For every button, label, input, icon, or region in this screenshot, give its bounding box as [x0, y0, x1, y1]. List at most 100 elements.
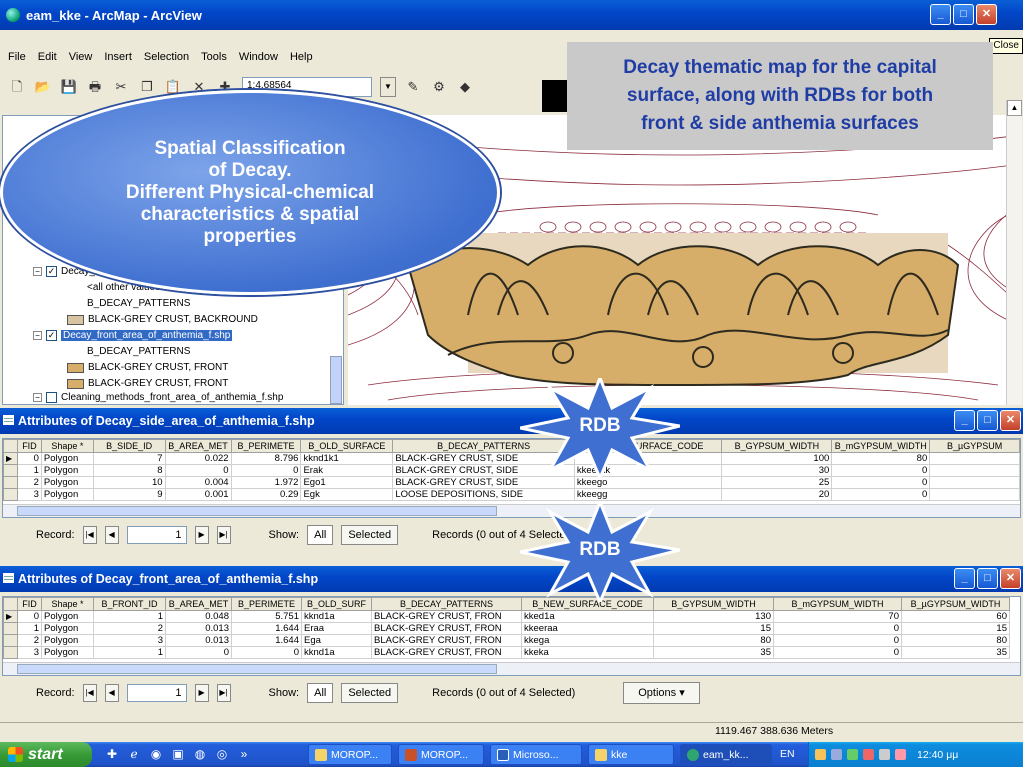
row-selector[interactable]	[3, 646, 18, 659]
column-header[interactable]: B_GYPSUM_WIDTH	[721, 439, 833, 453]
menu-window[interactable]: Window	[239, 51, 278, 63]
cell[interactable]: 60	[901, 610, 1010, 623]
taskbar-item[interactable]: Microso...	[490, 744, 582, 765]
minimize-button[interactable]: _	[954, 410, 975, 431]
minimize-button[interactable]: _	[954, 568, 975, 589]
cell[interactable]: 15	[653, 622, 774, 635]
cell[interactable]: 0	[773, 646, 902, 659]
show-all-button[interactable]: All	[307, 525, 334, 545]
media-icon[interactable]: ◉	[148, 746, 164, 762]
cell[interactable]: Polygon	[41, 464, 94, 477]
menu-view[interactable]: View	[69, 51, 93, 63]
cell[interactable]: 1	[17, 622, 42, 635]
tray-update-icon[interactable]	[863, 749, 874, 760]
cell[interactable]: 0.013	[165, 622, 232, 635]
cd-icon[interactable]: ◎	[214, 746, 230, 762]
column-header[interactable]: B_AREA_MET	[164, 439, 232, 453]
first-record-icon[interactable]: |◀	[82, 526, 97, 544]
app-icon[interactable]: ▣	[170, 746, 186, 762]
cell[interactable]: BLACK-GREY CRUST, FRON	[371, 634, 522, 647]
menu-edit[interactable]: Edit	[38, 51, 57, 63]
cell[interactable]: BLACK-GREY CRUST, FRON	[371, 610, 522, 623]
cell[interactable]: 20	[721, 488, 833, 501]
table-row[interactable]: 1 Polygon 2 0.013 1.644 Eraa BLACK-GREY …	[3, 622, 1010, 635]
cell[interactable]	[929, 476, 1020, 489]
show-selected-button[interactable]: Selected	[341, 683, 399, 703]
row-selector[interactable]	[3, 634, 18, 647]
cell[interactable]: 3	[93, 634, 166, 647]
cell[interactable]: 0	[773, 622, 902, 635]
cell[interactable]: 25	[721, 476, 833, 489]
toc-layer-label-selected[interactable]: Decay_front_area_of_anthemia_f.shp	[61, 330, 233, 341]
open-folder-icon[interactable]: 📂	[34, 78, 52, 96]
taskbar-item[interactable]: MOROP...	[398, 744, 484, 765]
cell[interactable]: kked1a	[521, 610, 654, 623]
cell[interactable]	[929, 452, 1020, 465]
column-header[interactable]: B_SIDE_ID	[92, 439, 166, 453]
cell[interactable]: Polygon	[41, 610, 94, 623]
horizontal-scrollbar[interactable]	[3, 662, 1020, 675]
cut-icon[interactable]: ✂	[112, 78, 130, 96]
minimize-button[interactable]: _	[930, 4, 951, 25]
column-header[interactable]: B_OLD_SURF	[301, 597, 372, 611]
tray-app-icon[interactable]	[815, 749, 826, 760]
column-header[interactable]: FID	[16, 439, 42, 453]
print-icon[interactable]: 🖶	[86, 78, 104, 96]
attributes-title-bar-side[interactable]: Attributes of Decay_side_area_of_anthemi…	[0, 408, 1023, 434]
next-record-icon[interactable]: ▶	[194, 526, 209, 544]
cell[interactable]: 0	[831, 464, 931, 477]
cell[interactable]: 10	[93, 476, 166, 489]
cell[interactable]: 0.29	[231, 488, 302, 501]
save-icon[interactable]: 💾	[60, 78, 78, 96]
record-number-input[interactable]: 1	[126, 526, 187, 544]
cell[interactable]: 1.644	[231, 622, 302, 635]
scroll-thumb[interactable]	[17, 664, 497, 674]
cell[interactable]: 70	[773, 610, 902, 623]
tray-volume-icon[interactable]	[879, 749, 890, 760]
toc-layer-label[interactable]: Cleaning_methods_front_area_of_anthemia_…	[61, 392, 283, 403]
attributes-title-bar-front[interactable]: Attributes of Decay_front_area_of_anthem…	[0, 566, 1023, 592]
cell[interactable]: 0	[17, 610, 42, 623]
next-record-icon[interactable]: ▶	[194, 684, 209, 702]
table-row[interactable]: 2 Polygon 10 0.004 1.972 Ego1 BLACK-GREY…	[3, 476, 1020, 489]
collapse-icon[interactable]: −	[33, 393, 42, 402]
cell[interactable]: kkeeraa	[521, 622, 654, 635]
arc-toolbox-icon[interactable]: ⚙	[430, 78, 448, 96]
cell[interactable]: BLACK-GREY CRUST, SIDE	[392, 476, 575, 489]
cell[interactable]: 8.796	[231, 452, 302, 465]
cell[interactable]: 0.001	[165, 488, 232, 501]
row-selector[interactable]	[3, 488, 18, 501]
cell[interactable]: 8	[93, 464, 166, 477]
cell[interactable]: Polygon	[41, 488, 94, 501]
table-row[interactable]: 2 Polygon 3 0.013 1.644 Ega BLACK-GREY C…	[3, 634, 1010, 647]
cell[interactable]: BLACK-GREY CRUST, FRON	[371, 622, 522, 635]
cell[interactable]: 3	[17, 488, 42, 501]
cell[interactable]: Polygon	[41, 476, 94, 489]
globe-icon[interactable]: ◍	[192, 746, 208, 762]
cell[interactable]: 30	[721, 464, 833, 477]
table-row[interactable]: 3 Polygon 1 0 0 kknd1a BLACK-GREY CRUST,…	[3, 646, 1010, 659]
cell[interactable]: 80	[653, 634, 774, 647]
cell[interactable]: BLACK-GREY CRUST, FRON	[371, 646, 522, 659]
copy-icon[interactable]: ❐	[138, 78, 156, 96]
cell[interactable]: 7	[93, 452, 166, 465]
cell[interactable]: 35	[901, 646, 1010, 659]
cell[interactable]: Egk	[300, 488, 394, 501]
options-button[interactable]: Options ▾	[623, 682, 700, 704]
row-selector-current[interactable]: ▶	[3, 452, 18, 465]
cell[interactable]	[929, 488, 1020, 501]
column-header[interactable]: FID	[17, 597, 42, 611]
column-header[interactable]: B_OLD_SURFACE	[300, 439, 394, 453]
first-record-icon[interactable]: |◀	[82, 684, 97, 702]
cell[interactable]: 0	[231, 464, 302, 477]
map-vertical-scrollbar[interactable]: ▲	[1006, 100, 1022, 405]
cell[interactable]: 80	[831, 452, 931, 465]
record-number-input[interactable]: 1	[126, 684, 187, 702]
column-header[interactable]: B_mGYPSUM_WIDTH	[831, 439, 931, 453]
cell[interactable]: 0	[165, 646, 232, 659]
cell[interactable]: 80	[901, 634, 1010, 647]
scroll-up-icon[interactable]: ▲	[1007, 100, 1022, 116]
previous-record-icon[interactable]: ◀	[104, 526, 119, 544]
scale-dropdown-button[interactable]: ▼	[380, 77, 396, 97]
row-selector-current[interactable]: ▶	[3, 610, 18, 623]
